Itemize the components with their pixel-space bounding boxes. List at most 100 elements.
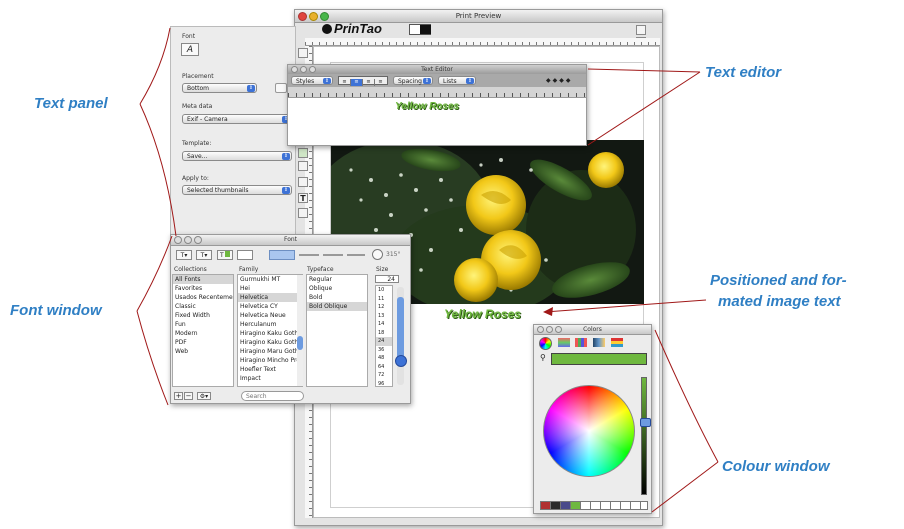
size-item[interactable]: 64: [376, 363, 392, 372]
page-indicator[interactable]: [409, 24, 431, 35]
image-caption[interactable]: Yellow Roses: [444, 307, 521, 321]
metadata-select[interactable]: Exif - Camera ⇕: [182, 114, 292, 124]
collection-item[interactable]: Web: [173, 347, 233, 356]
size-item[interactable]: 11: [376, 295, 392, 304]
remove-collection-button[interactable]: −: [184, 392, 193, 400]
family-item[interactable]: Hiragino Kaku Gothi: [238, 329, 302, 338]
family-item[interactable]: Hei: [238, 284, 302, 293]
crop-tool-icon[interactable]: [298, 208, 308, 218]
color-wheel[interactable]: [543, 385, 635, 477]
lists-select[interactable]: Lists ⇕: [438, 76, 476, 85]
text-editor-window: Text Editor Styles ⇕ ≡ ≡ ≡ ≡ Spacing ⇕ Lists ⇕…: [287, 64, 587, 146]
zoom-button[interactable]: [320, 12, 329, 21]
family-item[interactable]: Impact: [238, 374, 302, 383]
collection-item[interactable]: All Fonts: [173, 275, 233, 284]
family-list[interactable]: Gurmukhi MT Hei Helvetica Helvetica CY Helve…: [237, 274, 303, 387]
callout-text-editor: Text editor: [705, 64, 782, 81]
size-input[interactable]: 24: [375, 275, 399, 283]
size-item[interactable]: 12: [376, 303, 392, 312]
family-item[interactable]: Hiragino Maru Gothi: [238, 347, 302, 356]
apply-label: Apply to:: [182, 175, 209, 182]
typeface-list[interactable]: Regular Oblique Bold Bold Oblique: [306, 274, 368, 387]
size-item[interactable]: 13: [376, 312, 392, 321]
document-color-button[interactable]: [237, 250, 253, 260]
collection-item[interactable]: Usados Recentemen: [173, 293, 233, 302]
family-scrollbar[interactable]: [297, 275, 303, 386]
colors-window-titlebar: Colors: [534, 325, 651, 335]
collection-item[interactable]: Modern: [173, 329, 233, 338]
close-button[interactable]: [298, 12, 307, 21]
image-tool-icon[interactable]: [298, 177, 308, 187]
family-item[interactable]: Helvetica: [238, 293, 302, 302]
shadow-opacity-slider[interactable]: [299, 254, 319, 256]
add-collection-button[interactable]: +: [174, 392, 183, 400]
collection-item[interactable]: Classic: [173, 302, 233, 311]
swatch-strip[interactable]: [540, 501, 648, 510]
shadow-slider[interactable]: [269, 250, 295, 260]
color-sliders-tab-icon[interactable]: [558, 338, 570, 347]
underline-button[interactable]: T▾: [176, 250, 192, 260]
collections-list[interactable]: All Fonts Favorites Usados Recentemen Class…: [172, 274, 234, 387]
font-button[interactable]: A: [181, 43, 199, 56]
family-item[interactable]: Helvetica Neue: [238, 311, 302, 320]
size-list[interactable]: 10 11 12 13 14 18 24 36 48 64 72 96: [375, 285, 393, 387]
shadow-angle-dial[interactable]: [372, 249, 383, 260]
apply-select[interactable]: Selected thumbnails ⇕: [182, 185, 292, 195]
spacing-select[interactable]: Spacing ⇕: [393, 76, 433, 85]
crayons-tab-icon[interactable]: [611, 338, 623, 347]
frame-tool-icon[interactable]: [298, 161, 308, 171]
collection-item[interactable]: Favorites: [173, 284, 233, 293]
family-item[interactable]: Hiragino Mincho Pro: [238, 356, 302, 365]
size-item[interactable]: 14: [376, 320, 392, 329]
family-item[interactable]: Hiragino Kaku Gothi: [238, 338, 302, 347]
magnifier-icon[interactable]: ⚲: [540, 353, 546, 362]
font-window: Font T▾ T▾ T 315° Collections Family Typ…: [170, 234, 411, 404]
action-menu-button[interactable]: ⚙▾: [197, 392, 211, 400]
current-color-swatch[interactable]: [551, 353, 647, 365]
tab-stop-icons[interactable]: ◆◆◆◆: [546, 77, 582, 84]
align-buttons[interactable]: ≡ ≡ ≡ ≡: [338, 76, 388, 86]
minimize-button[interactable]: [309, 12, 318, 21]
typeface-item[interactable]: Bold Oblique: [307, 302, 367, 311]
family-item[interactable]: Helvetica CY: [238, 302, 302, 311]
shadow-offset-slider[interactable]: [347, 254, 365, 256]
template-select[interactable]: Save... ⇕: [182, 151, 292, 161]
placement-extra-button[interactable]: [275, 83, 287, 93]
font-search-field[interactable]: [241, 391, 304, 401]
metadata-label: Meta data: [182, 103, 213, 110]
size-item[interactable]: 48: [376, 354, 392, 363]
collection-item[interactable]: Fixed Width: [173, 311, 233, 320]
type-tool-icon[interactable]: T: [298, 193, 308, 203]
text-tool-icon[interactable]: [298, 48, 308, 58]
size-slider[interactable]: [395, 287, 407, 385]
collections-header: Collections: [174, 266, 207, 273]
collection-item[interactable]: Fun: [173, 320, 233, 329]
color-palettes-tab-icon[interactable]: [575, 338, 587, 347]
strikethrough-button[interactable]: T▾: [196, 250, 212, 260]
size-item[interactable]: 72: [376, 371, 392, 380]
placement-select[interactable]: Bottom ⇕: [182, 83, 257, 93]
text-editor-content[interactable]: Yellow Roses: [395, 101, 459, 112]
size-item[interactable]: 24: [376, 337, 392, 346]
size-item[interactable]: 10: [376, 286, 392, 295]
font-label: Font: [182, 33, 196, 40]
window-resize-controls[interactable]: [636, 25, 656, 47]
typeface-item[interactable]: Oblique: [307, 284, 367, 293]
add-tool-icon[interactable]: [298, 148, 308, 158]
size-item[interactable]: 36: [376, 346, 392, 355]
styles-select[interactable]: Styles ⇕: [291, 76, 333, 85]
text-color-button[interactable]: T: [217, 250, 233, 260]
image-palettes-tab-icon[interactable]: [593, 338, 605, 347]
size-item[interactable]: 96: [376, 380, 392, 387]
shadow-blur-slider[interactable]: [323, 254, 343, 256]
colors-window-title: Colors: [583, 326, 602, 333]
color-wheel-tab-icon[interactable]: [539, 337, 552, 350]
collection-item[interactable]: PDF: [173, 338, 233, 347]
family-item[interactable]: Gurmukhi MT: [238, 275, 302, 284]
size-item[interactable]: 18: [376, 329, 392, 338]
family-item[interactable]: Herculanum: [238, 320, 302, 329]
family-item[interactable]: Hoefler Text: [238, 365, 302, 374]
brightness-slider[interactable]: [640, 377, 651, 495]
typeface-item[interactable]: Bold: [307, 293, 367, 302]
typeface-item[interactable]: Regular: [307, 275, 367, 284]
